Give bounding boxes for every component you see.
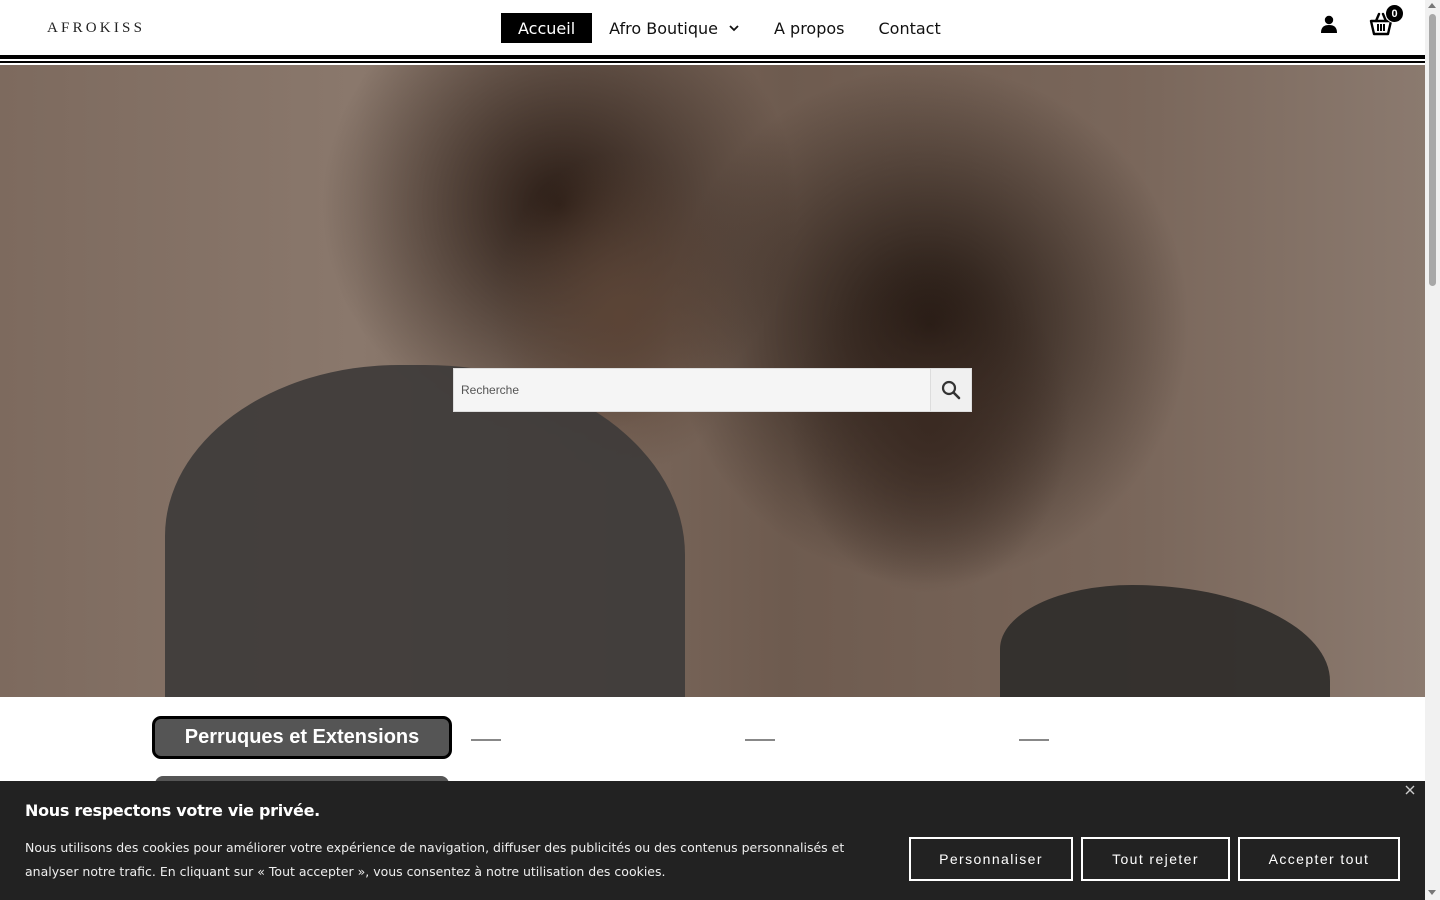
scroll-up-icon[interactable] xyxy=(1428,3,1436,8)
nav-item-afro-boutique[interactable]: Afro Boutique xyxy=(592,13,757,43)
user-icon xyxy=(1321,15,1337,33)
scroll-down-icon[interactable] xyxy=(1428,890,1436,895)
hero-image-figure-right xyxy=(1000,585,1330,697)
nav-item-label: Accueil xyxy=(518,18,576,38)
nav-item-label: Contact xyxy=(878,18,941,38)
account-button[interactable] xyxy=(1315,10,1343,38)
nav-item-label: Afro Boutique xyxy=(609,18,719,38)
scrollbar-thumb[interactable] xyxy=(1429,14,1436,286)
nav-item-accueil[interactable]: Accueil xyxy=(501,13,593,43)
accept-all-button[interactable]: Accepter tout xyxy=(1238,837,1400,881)
search-button[interactable] xyxy=(930,369,971,411)
search-form xyxy=(453,368,972,412)
nav-item-label: A propos xyxy=(774,18,845,38)
chevron-down-icon xyxy=(729,25,739,32)
cart-count-badge: 0 xyxy=(1385,4,1404,23)
category-button-perruques[interactable]: Perruques et Extensions xyxy=(152,716,452,759)
cookie-banner: Nous respectons votre vie privée. Nous u… xyxy=(0,781,1425,900)
site-header: AFROKISS Accueil Afro Boutique A propos … xyxy=(0,0,1425,56)
hero-banner xyxy=(0,65,1425,697)
cart-button[interactable]: 0 xyxy=(1367,4,1404,38)
section-divider xyxy=(745,739,775,741)
section-divider xyxy=(1019,739,1049,741)
main-nav: Accueil Afro Boutique A propos Contact xyxy=(501,13,958,43)
header-divider-thin xyxy=(0,61,1425,63)
nav-item-contact[interactable]: Contact xyxy=(862,13,958,43)
reject-all-button[interactable]: Tout rejeter xyxy=(1081,837,1230,881)
cookie-title: Nous respectons votre vie privée. xyxy=(25,801,320,820)
section-divider xyxy=(471,739,501,741)
page-scrollbar[interactable] xyxy=(1425,0,1440,900)
cookie-description: Nous utilisons des cookies pour améliore… xyxy=(25,840,845,879)
close-icon xyxy=(1405,785,1415,795)
header-actions: 0 xyxy=(1315,4,1404,38)
header-divider xyxy=(0,55,1425,59)
hero-image-figure-left xyxy=(165,365,685,697)
nav-item-a-propos[interactable]: A propos xyxy=(757,13,861,43)
search-icon xyxy=(941,380,961,400)
customize-button[interactable]: Personnaliser xyxy=(909,837,1073,881)
cookie-close-button[interactable] xyxy=(1403,783,1417,797)
site-logo[interactable]: AFROKISS xyxy=(47,20,145,37)
search-input[interactable] xyxy=(454,369,930,411)
